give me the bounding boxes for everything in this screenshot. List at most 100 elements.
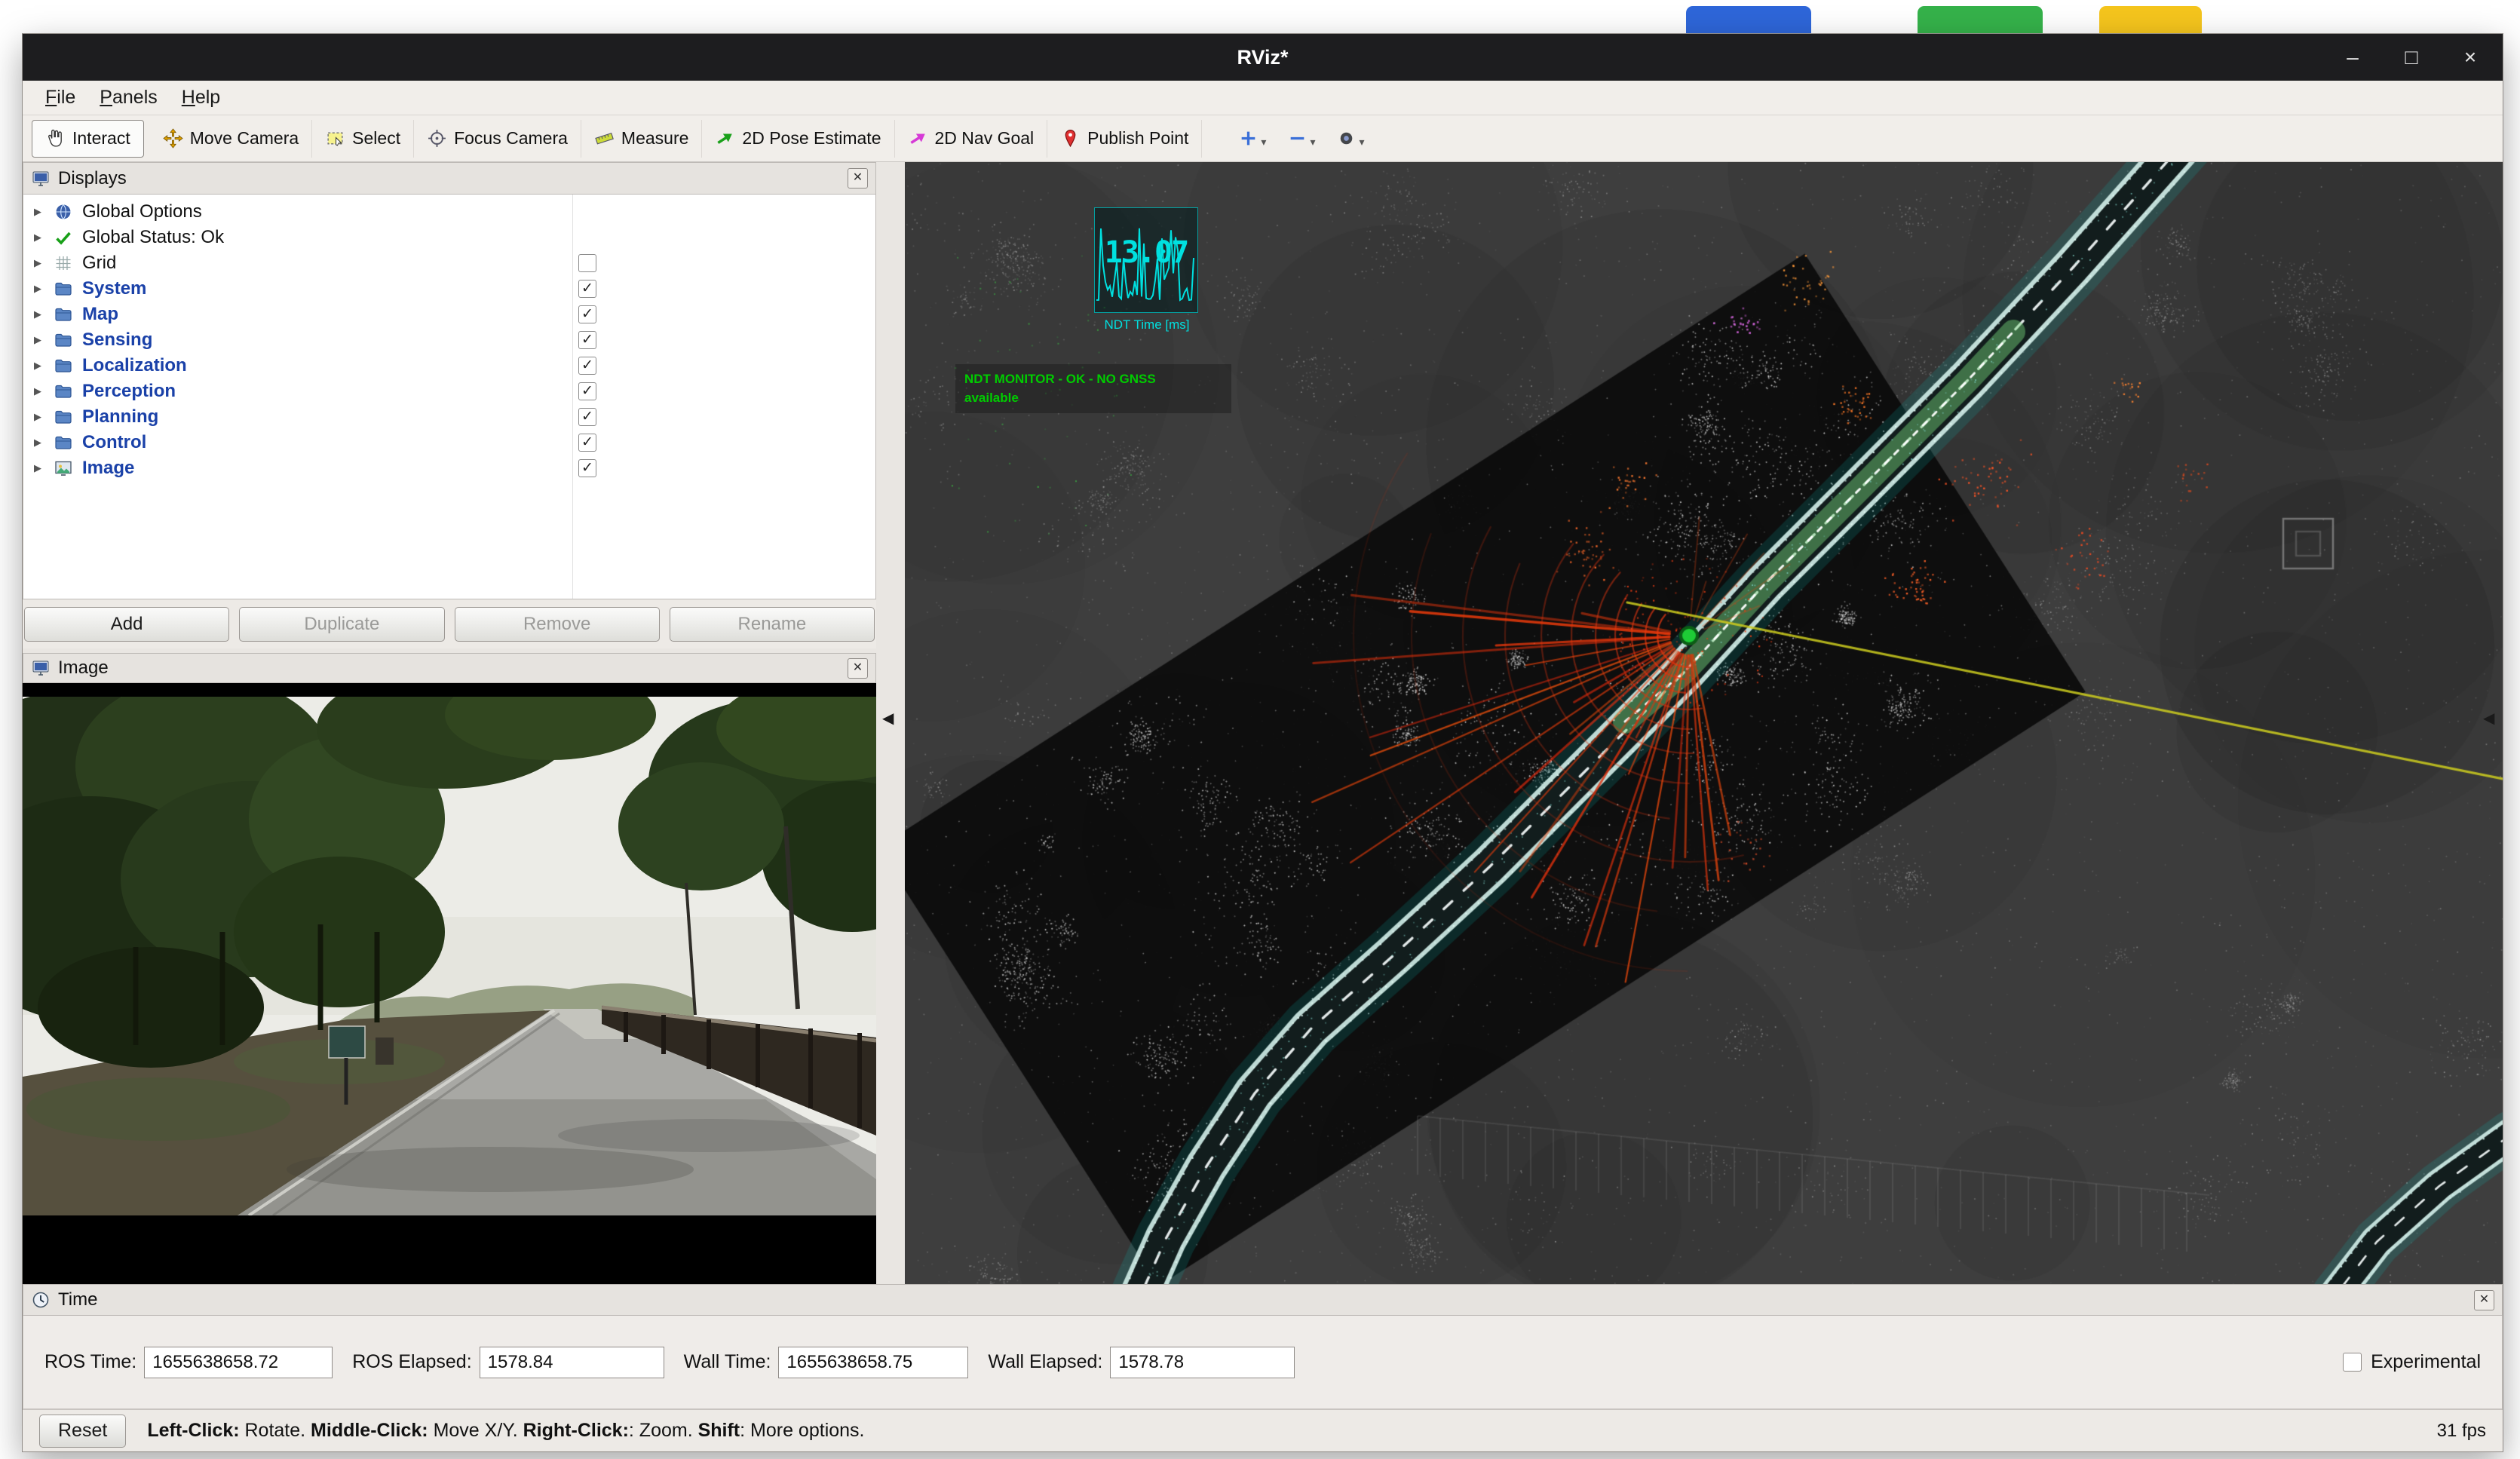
time-panel-close-icon[interactable]: ✕ <box>2474 1290 2494 1310</box>
tool-2d-nav-goal-button[interactable]: 2D Nav Goal <box>895 120 1048 158</box>
remove-button[interactable]: Remove <box>455 607 660 642</box>
tool-select-button[interactable]: Select <box>312 120 414 158</box>
window-titlebar[interactable]: RViz* –□× <box>23 34 2503 81</box>
tree-item-image[interactable]: ▶ Image ✓ <box>23 455 875 481</box>
time-field-label: ROS Time: <box>44 1351 136 1373</box>
close-button[interactable]: × <box>2457 45 2483 69</box>
tool-move-camera-button[interactable]: Move Camera <box>150 120 312 158</box>
globe-icon <box>54 202 75 222</box>
tree-item-checkbox[interactable]: ✓ <box>578 408 596 426</box>
displays-panel-titlebar[interactable]: Displays ✕ <box>23 162 876 195</box>
rename-button[interactable]: Rename <box>670 607 875 642</box>
menu-panels[interactable]: Panels <box>87 84 169 112</box>
expander-icon[interactable]: ▶ <box>34 206 49 218</box>
dropdown-arrow-icon: ▾ <box>1261 136 1266 149</box>
right-splitter-collapse-icon[interactable]: ◀ <box>2483 709 2494 728</box>
focus-camera-icon <box>427 128 447 149</box>
displays-panel-close-icon[interactable]: ✕ <box>848 168 868 189</box>
tree-item-global-status-ok[interactable]: ▶Global Status: Ok <box>23 225 875 250</box>
add-button[interactable]: Add <box>24 607 229 642</box>
time-field-input-wall-elapsed[interactable] <box>1110 1347 1295 1378</box>
tree-item-label: Global Options <box>82 201 202 222</box>
expander-icon[interactable]: ▶ <box>34 283 49 295</box>
tree-item-global-options[interactable]: ▶ Global Options <box>23 199 875 225</box>
expander-icon[interactable]: ▶ <box>34 334 49 346</box>
expander-icon[interactable]: ▶ <box>34 360 49 372</box>
expander-icon[interactable]: ▶ <box>34 308 49 320</box>
ndt-monitor-line2: available <box>964 389 1222 408</box>
tree-item-checkbox[interactable]: ✓ <box>578 382 596 400</box>
clock-icon <box>31 1290 51 1310</box>
time-field-label: ROS Elapsed: <box>352 1351 471 1373</box>
tree-item-map[interactable]: ▶Map✓ <box>23 302 875 327</box>
help-text-part: Rotate. <box>240 1420 311 1441</box>
tree-item-checkbox[interactable]: ✓ <box>578 305 596 323</box>
expander-icon[interactable]: ▶ <box>34 462 49 474</box>
background-window-tab-blue <box>1686 6 1811 36</box>
tree-item-label: Image <box>82 458 134 479</box>
expander-icon[interactable]: ▶ <box>34 231 49 244</box>
tree-item-perception[interactable]: ▶ Perception ✓ <box>23 379 875 404</box>
time-field-label: Wall Time: <box>684 1351 771 1373</box>
tool-label: Focus Camera <box>454 128 568 149</box>
tree-item-grid[interactable]: ▶ Grid <box>23 250 875 276</box>
time-panel-body: ROS Time:ROS Elapsed:Wall Time:Wall Elap… <box>23 1316 2503 1409</box>
expander-icon[interactable]: ▶ <box>34 385 49 397</box>
time-field-wall-time: Wall Time: <box>684 1347 969 1378</box>
tool-focus-camera-button[interactable]: Focus Camera <box>414 120 581 158</box>
tree-item-control[interactable]: ▶ Control ✓ <box>23 430 875 455</box>
toolbar-camera-view-button[interactable]: ▾ <box>1336 128 1364 149</box>
publish-point-pin-icon <box>1060 128 1081 149</box>
maximize-button[interactable]: □ <box>2399 45 2424 69</box>
tree-item-label: Control <box>82 432 146 453</box>
tool-publish-point-button[interactable]: Publish Point <box>1047 120 1202 158</box>
tree-item-label: System <box>82 278 146 299</box>
tree-item-checkbox[interactable]: ✓ <box>578 280 596 298</box>
time-field-input-ros-elapsed[interactable] <box>480 1347 664 1378</box>
tree-item-label: Grid <box>82 253 116 274</box>
interact-hand-icon <box>45 128 66 149</box>
help-text-part: : Zoom. <box>629 1420 698 1441</box>
help-text-part: Left-Click: <box>147 1420 239 1441</box>
expander-icon[interactable]: ▶ <box>34 257 49 269</box>
menu-file[interactable]: File <box>33 84 87 112</box>
expander-icon[interactable]: ▶ <box>34 437 49 449</box>
reset-button[interactable]: Reset <box>39 1415 126 1448</box>
experimental-checkbox[interactable] <box>2343 1353 2362 1372</box>
toolbar-zoom-in-button[interactable]: ▾ <box>1238 128 1266 149</box>
tree-item-system[interactable]: ▶ System ✓ <box>23 276 875 302</box>
tree-item-checkbox[interactable]: ✓ <box>578 459 596 477</box>
measure-ruler-icon <box>594 128 615 149</box>
displays-buttons-row: Add Duplicate Remove Rename <box>23 599 876 648</box>
3d-viewport[interactable]: 13.07 NDT Time [ms] NDT MONITOR - OK - N… <box>905 162 2503 1284</box>
tool-interact-button[interactable]: Interact <box>32 120 144 158</box>
tree-item-localization[interactable]: ▶Localization✓ <box>23 353 875 379</box>
left-splitter-collapse-icon[interactable]: ◀ <box>882 709 894 728</box>
toolbar-zoom-out-button[interactable]: ▾ <box>1287 128 1315 149</box>
tree-item-sensing[interactable]: ▶Sensing✓ <box>23 327 875 353</box>
ndt-time-plot: 13.07 <box>1094 207 1198 313</box>
image-panel-titlebar[interactable]: Image ✕ <box>23 653 876 683</box>
minus-icon <box>1287 128 1308 149</box>
tree-item-checkbox[interactable]: ✓ <box>578 331 596 349</box>
tree-item-checkbox[interactable]: ✓ <box>578 434 596 452</box>
image-panel-close-icon[interactable]: ✕ <box>848 658 868 679</box>
help-text-part: Right-Click: <box>523 1420 629 1441</box>
time-field-input-wall-time[interactable] <box>778 1347 968 1378</box>
tree-item-checkbox[interactable]: ✓ <box>578 357 596 375</box>
minimize-button[interactable]: – <box>2340 45 2365 69</box>
expander-icon[interactable]: ▶ <box>34 411 49 423</box>
time-field-input-ros-time[interactable] <box>144 1347 333 1378</box>
experimental-option: Experimental <box>2343 1351 2481 1373</box>
menu-help[interactable]: Help <box>170 84 232 112</box>
displays-tree: ▶Global Options▶Global Status: Ok▶Grid▶S… <box>23 195 876 599</box>
tree-item-checkbox[interactable] <box>578 254 596 272</box>
tree-item-planning[interactable]: ▶Planning✓ <box>23 404 875 430</box>
folder-icon <box>54 356 75 375</box>
duplicate-button[interactable]: Duplicate <box>239 607 444 642</box>
tree-item-label: Perception <box>82 381 176 402</box>
tool-2d-pose-estimate-button[interactable]: 2D Pose Estimate <box>702 120 894 158</box>
tool-measure-button[interactable]: Measure <box>581 120 702 158</box>
time-panel-titlebar[interactable]: Time ✕ <box>23 1284 2503 1316</box>
move-camera-icon <box>163 128 183 149</box>
